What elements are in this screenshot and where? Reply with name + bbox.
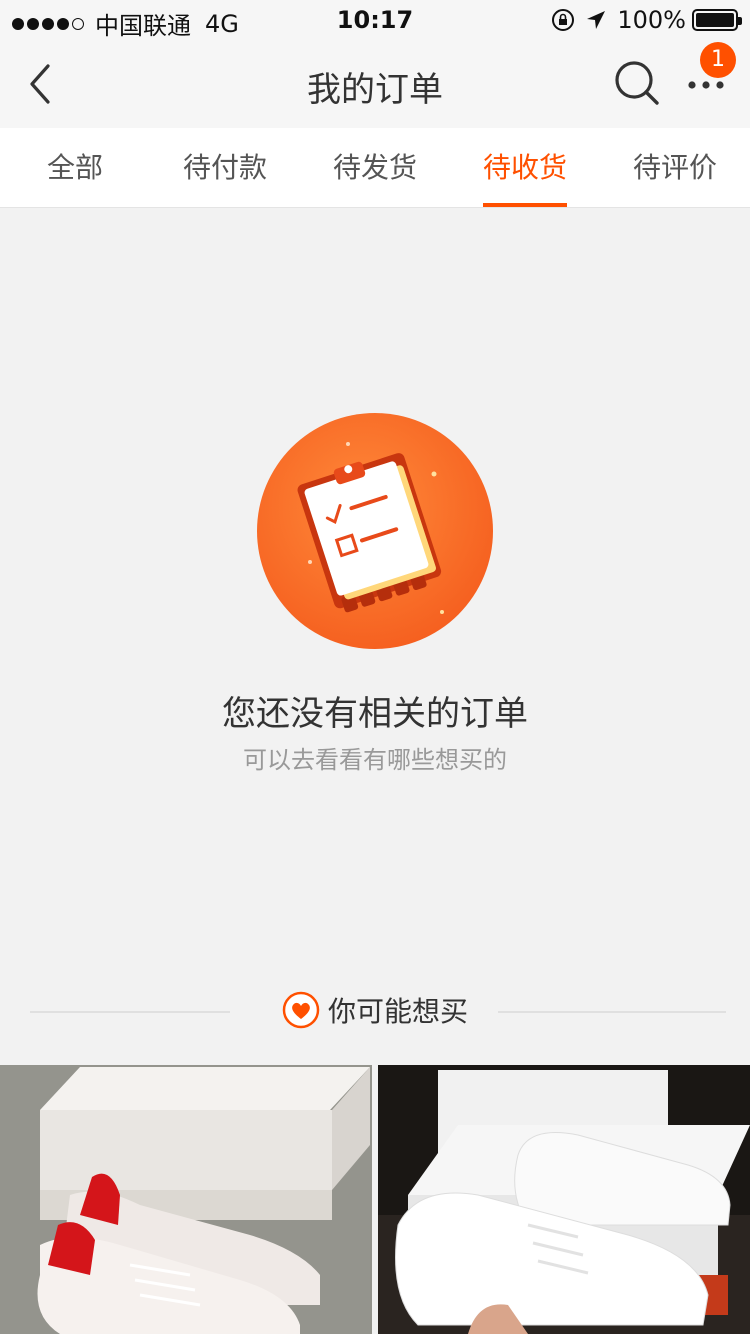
status-bar: 中国联通 4G 10:17 100% [0, 0, 750, 40]
tab-pending-review[interactable]: 待评价 [600, 128, 750, 207]
tab-pending-payment[interactable]: 待付款 [150, 128, 300, 207]
divider-left [30, 1011, 230, 1013]
active-tab-indicator [483, 203, 567, 207]
battery-icon [692, 9, 742, 31]
orientation-lock-icon [552, 9, 575, 31]
tab-pending-shipment[interactable]: 待发货 [300, 128, 450, 207]
status-right: 100% [551, 6, 742, 34]
notification-badge: 1 [700, 42, 736, 78]
back-arrow-icon[interactable] [20, 60, 64, 108]
search-icon[interactable] [612, 58, 662, 108]
recommend-label: 你可能想买 [328, 995, 469, 1028]
empty-state-title: 您还没有相关的订单 [222, 694, 528, 734]
product-card[interactable] [0, 1065, 372, 1334]
product-image [378, 1065, 750, 1334]
tab-all[interactable]: 全部 [0, 128, 150, 207]
tab-pending-receipt[interactable]: 待收货 [450, 128, 600, 207]
order-tabs: 全部 待付款 待发货 待收货 待评价 [0, 128, 750, 208]
recommend-title: 你可能想买 [282, 990, 468, 1030]
product-image [0, 1065, 372, 1334]
heart-icon [282, 991, 320, 1029]
navigation-bar: 我的订单 1 [0, 40, 750, 128]
battery-percent: 100% [617, 6, 686, 34]
clipboard-illustration [257, 413, 493, 649]
recommend-header: 你可能想买 [0, 960, 750, 1065]
empty-state-subtitle: 可以去看看有哪些想买的 [243, 746, 507, 774]
product-card[interactable] [378, 1065, 750, 1334]
location-arrow-icon [587, 11, 606, 29]
divider-right [498, 1011, 726, 1013]
recommend-products [0, 1065, 750, 1334]
